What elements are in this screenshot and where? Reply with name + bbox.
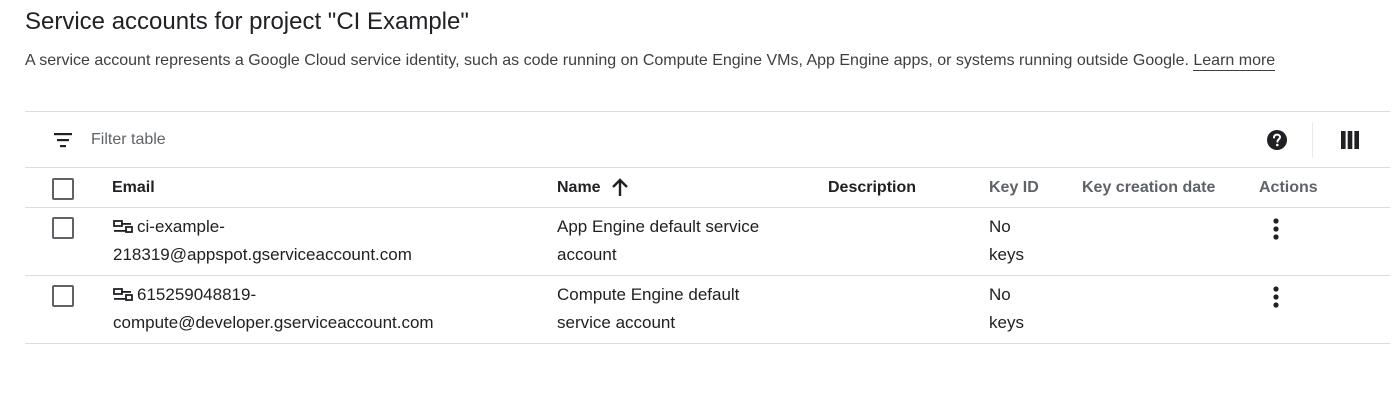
service-account-key-icon [113,220,133,233]
key-id-cell: No keys [989,213,1039,269]
name-line-1: Compute Engine default [557,285,740,304]
learn-more-link[interactable]: Learn more [1193,52,1276,71]
name-cell: App Engine default service account [557,213,797,269]
page-title: Service accounts for project "CI Example… [25,8,469,35]
column-header-description[interactable]: Description [828,179,916,197]
page-description: A service account represents a Google Cl… [25,52,1276,71]
more-vert-icon[interactable] [1265,285,1287,311]
select-all-checkbox[interactable] [52,178,74,200]
key-id-line-2: keys [989,313,1024,332]
email-line-1: ci-example- [137,217,225,236]
email-cell: 615259048819- compute@developer.gservice… [113,281,513,337]
table-row[interactable]: ci-example- 218319@appspot.gserviceaccou… [25,208,1390,276]
column-header-key-creation-date[interactable]: Key creation date [1082,179,1215,197]
name-line-1: App Engine default service [557,217,760,236]
filter-list-icon[interactable] [53,131,73,149]
description-text: A service account represents a Google Cl… [25,52,1189,69]
email-line-1: 615259048819- [137,285,257,304]
service-account-key-icon [113,288,133,301]
table-toolbar [25,112,1390,168]
filter-table-input[interactable] [91,126,691,154]
key-id-line-1: No [989,217,1011,236]
email-cell: ci-example- 218319@appspot.gserviceaccou… [113,213,513,269]
email-line-2: 218319@appspot.gserviceaccount.com [113,245,412,264]
more-vert-icon[interactable] [1265,217,1287,243]
name-line-2: service account [557,313,676,332]
key-id-line-1: No [989,285,1011,304]
toolbar-divider [1312,122,1313,158]
table-row[interactable]: 615259048819- compute@developer.gservice… [25,276,1390,344]
email-line-2: compute@developer.gserviceaccount.com [113,313,434,332]
column-header-name[interactable]: Name [557,179,601,197]
name-cell: Compute Engine default service account [557,281,797,337]
column-header-email[interactable]: Email [112,179,155,197]
service-accounts-table: Email Name Description Key ID Key creati… [25,111,1390,344]
column-header-actions: Actions [1259,179,1318,196]
column-display-icon[interactable] [1341,131,1359,149]
table-header-row: Email Name Description Key ID Key creati… [25,168,1390,208]
key-id-cell: No keys [989,281,1039,337]
column-header-key-id[interactable]: Key ID [989,179,1039,197]
help-circle-icon[interactable] [1266,129,1288,151]
name-line-2: account [557,245,617,264]
arrow-upward-icon[interactable] [610,178,630,198]
row-checkbox[interactable] [52,285,74,307]
key-id-line-2: keys [989,245,1024,264]
row-checkbox[interactable] [52,217,74,239]
